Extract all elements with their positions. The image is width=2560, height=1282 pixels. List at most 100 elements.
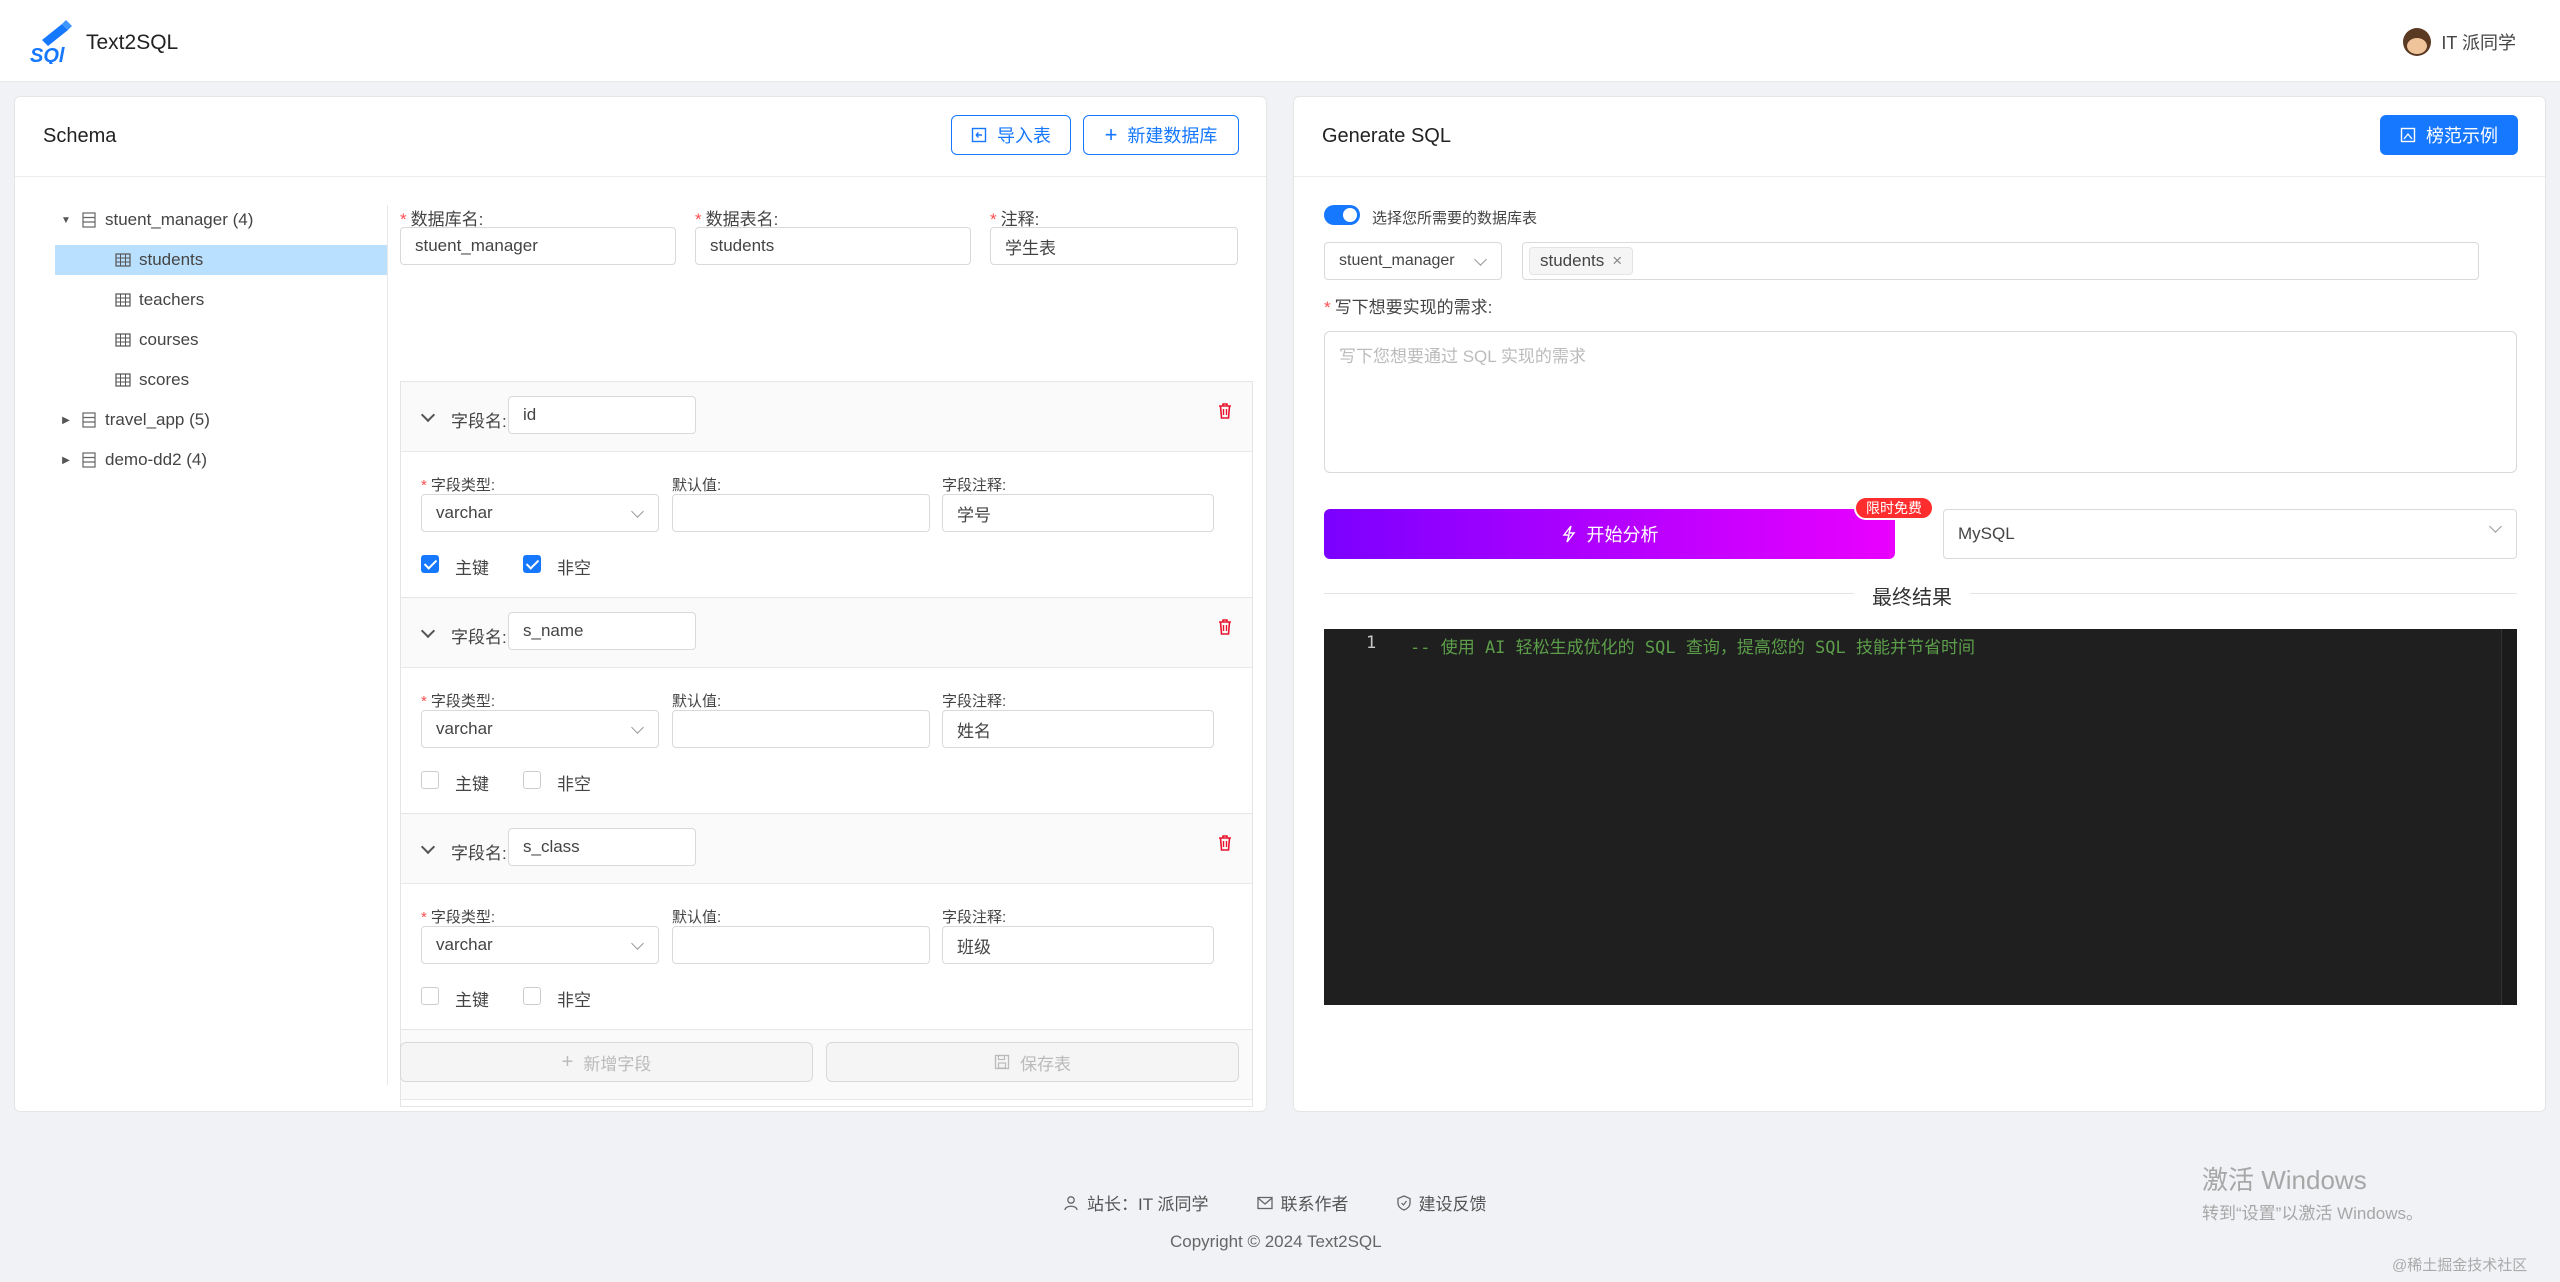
database-icon — [82, 452, 96, 468]
primary-key-label: 主键 — [455, 775, 489, 794]
chevron-down-icon[interactable] — [420, 407, 436, 423]
field-comment-input[interactable]: 学号 — [942, 494, 1214, 532]
field-header: 字段名: s_class — [401, 814, 1252, 884]
tree-node-teachers[interactable]: teachers — [55, 285, 387, 315]
sql-logo-icon[interactable]: SQl — [28, 20, 74, 64]
schema-title: Schema — [43, 125, 117, 147]
tree-node-scores[interactable]: scores — [55, 365, 387, 395]
app-header: SQl Text2SQL IT 派同学 — [0, 0, 2560, 82]
field-type-select[interactable]: varchar — [421, 710, 659, 748]
field-comment-label: 字段注释: — [942, 693, 1007, 710]
save-table-button[interactable]: 保存表 — [826, 1042, 1239, 1082]
table-icon — [115, 333, 131, 347]
caret-right-icon[interactable]: ▶ — [55, 455, 77, 466]
table-tag: students × — [1529, 247, 1634, 275]
user-icon — [1064, 1195, 1078, 1210]
watermark-line1: 激活 Windows — [2202, 1165, 2367, 1195]
not-null-checkbox[interactable] — [523, 771, 541, 789]
generate-title: Generate SQL — [1322, 125, 1451, 147]
chevron-down-icon[interactable] — [420, 839, 436, 855]
footer-owner[interactable]: 站长：IT 派同学 — [1063, 1190, 1209, 1215]
primary-key-checkbox[interactable] — [421, 771, 439, 789]
import-icon — [971, 127, 987, 143]
table-icon — [115, 373, 131, 387]
code-line: -- 使用 AI 轻松生成优化的 SQL 查询，提高您的 SQL 技能并节省时间 — [1410, 638, 1975, 658]
comment-input[interactable]: 学生表 — [990, 227, 1238, 265]
result-title: 最终结果 — [1854, 581, 1970, 610]
chevron-down-icon[interactable] — [420, 623, 436, 639]
tree-node-label: students — [139, 250, 204, 269]
import-table-button[interactable]: 导入表 — [951, 115, 1071, 155]
field-header: 字段名: id — [401, 382, 1252, 452]
close-icon[interactable]: × — [1612, 251, 1622, 271]
database-tree: ▼ stuent_manager (4) students teachers c… — [55, 205, 387, 485]
requirement-textarea[interactable]: 写下您想要通过 SQL 实现的需求 — [1324, 331, 2517, 473]
user-menu[interactable]: IT 派同学 — [2403, 28, 2516, 56]
table-select-toggle[interactable] — [1324, 205, 1360, 225]
field-type-select[interactable]: varchar — [421, 926, 659, 964]
tree-node-travel-app[interactable]: ▶ travel_app (5) — [55, 405, 387, 435]
sql-editor[interactable]: 1 -- 使用 AI 轻松生成优化的 SQL 查询，提高您的 SQL 技能并节省… — [1324, 629, 2517, 1005]
footer-feedback[interactable]: 建设反馈 — [1396, 1190, 1487, 1215]
tree-node-courses[interactable]: courses — [55, 325, 387, 355]
brand-name[interactable]: Text2SQL — [86, 31, 178, 55]
avatar[interactable] — [2403, 28, 2432, 56]
not-null-label: 非空 — [557, 991, 591, 1010]
db-name-input[interactable]: stuent_manager — [400, 227, 676, 265]
add-field-button[interactable]: + 新增字段 — [400, 1042, 813, 1082]
toggle-label: 选择您所需要的数据库表 — [1372, 210, 1538, 227]
delete-icon[interactable] — [1218, 402, 1232, 420]
database-select[interactable]: stuent_manager — [1324, 242, 1502, 280]
svg-text:SQl: SQl — [30, 45, 65, 64]
not-null-label: 非空 — [557, 559, 591, 578]
field-name-label: 字段名: — [451, 628, 507, 647]
plus-icon: + — [1104, 122, 1118, 147]
field-type-select[interactable]: varchar — [421, 494, 659, 532]
table-name-input[interactable]: students — [695, 227, 971, 265]
tree-node-students[interactable]: students — [55, 245, 387, 275]
not-null-label: 非空 — [557, 775, 591, 794]
default-value-input[interactable] — [672, 494, 930, 532]
footer-links: 站长：IT 派同学 联系作者 建设反馈 — [1063, 1190, 1487, 1215]
primary-key-checkbox[interactable] — [421, 555, 439, 573]
copyright: Copyright © 2024 Text2SQL — [1170, 1232, 1382, 1251]
default-value-label: 默认值: — [672, 477, 722, 494]
footer-contact[interactable]: 联系作者 — [1256, 1190, 1349, 1215]
tree-node-stuent-manager[interactable]: ▼ stuent_manager (4) — [55, 205, 387, 235]
primary-key-checkbox[interactable] — [421, 987, 439, 1005]
plus-icon: + — [561, 1050, 574, 1073]
start-analysis-button[interactable]: 开始分析 — [1324, 509, 1895, 559]
field-name-input[interactable]: id — [508, 396, 696, 434]
not-null-checkbox[interactable] — [523, 555, 541, 573]
default-value-input[interactable] — [672, 926, 930, 964]
default-value-input[interactable] — [672, 710, 930, 748]
field-item: 字段名: s_name * 字段类型: varchar 默认值: 字段注释: 姓名… — [401, 598, 1252, 814]
caret-right-icon[interactable]: ▶ — [55, 415, 77, 426]
generate-panel: Generate SQL 榜范示例 选择您所需要的数据库表 stuent_man… — [1293, 96, 2546, 1112]
table-multiselect[interactable]: students × — [1522, 242, 2479, 280]
default-value-label: 默认值: — [672, 909, 722, 926]
field-type-label: * 字段类型: — [421, 477, 496, 494]
tree-node-label: courses — [139, 330, 199, 349]
example-button[interactable]: 榜范示例 — [2380, 115, 2518, 155]
footer-owner-text: 站长：IT 派同学 — [1087, 1195, 1209, 1214]
shield-icon — [1396, 1194, 1411, 1211]
start-analysis-label: 开始分析 — [1586, 525, 1659, 545]
field-comment-label: 字段注释: — [942, 477, 1007, 494]
field-name-input[interactable]: s_name — [508, 612, 696, 650]
tree-node-label: stuent_manager (4) — [105, 210, 254, 229]
field-comment-input[interactable]: 姓名 — [942, 710, 1214, 748]
dialect-select[interactable]: MySQL — [1943, 509, 2517, 559]
field-list: 字段名: id * 字段类型: varchar 默认值: 字段注释: 学号 主键 … — [400, 381, 1253, 1107]
delete-icon[interactable] — [1218, 834, 1232, 852]
editor-scrollbar[interactable] — [2501, 629, 2517, 1005]
new-database-button[interactable]: + 新建数据库 — [1083, 115, 1239, 155]
field-comment-input[interactable]: 班级 — [942, 926, 1214, 964]
caret-down-icon[interactable]: ▼ — [55, 215, 77, 226]
delete-icon[interactable] — [1218, 618, 1232, 636]
tree-node-demo-dd2[interactable]: ▶ demo-dd2 (4) — [55, 445, 387, 475]
table-icon — [115, 293, 131, 307]
not-null-checkbox[interactable] — [523, 987, 541, 1005]
field-name-input[interactable]: s_class — [508, 828, 696, 866]
field-type-label: * 字段类型: — [421, 693, 496, 710]
